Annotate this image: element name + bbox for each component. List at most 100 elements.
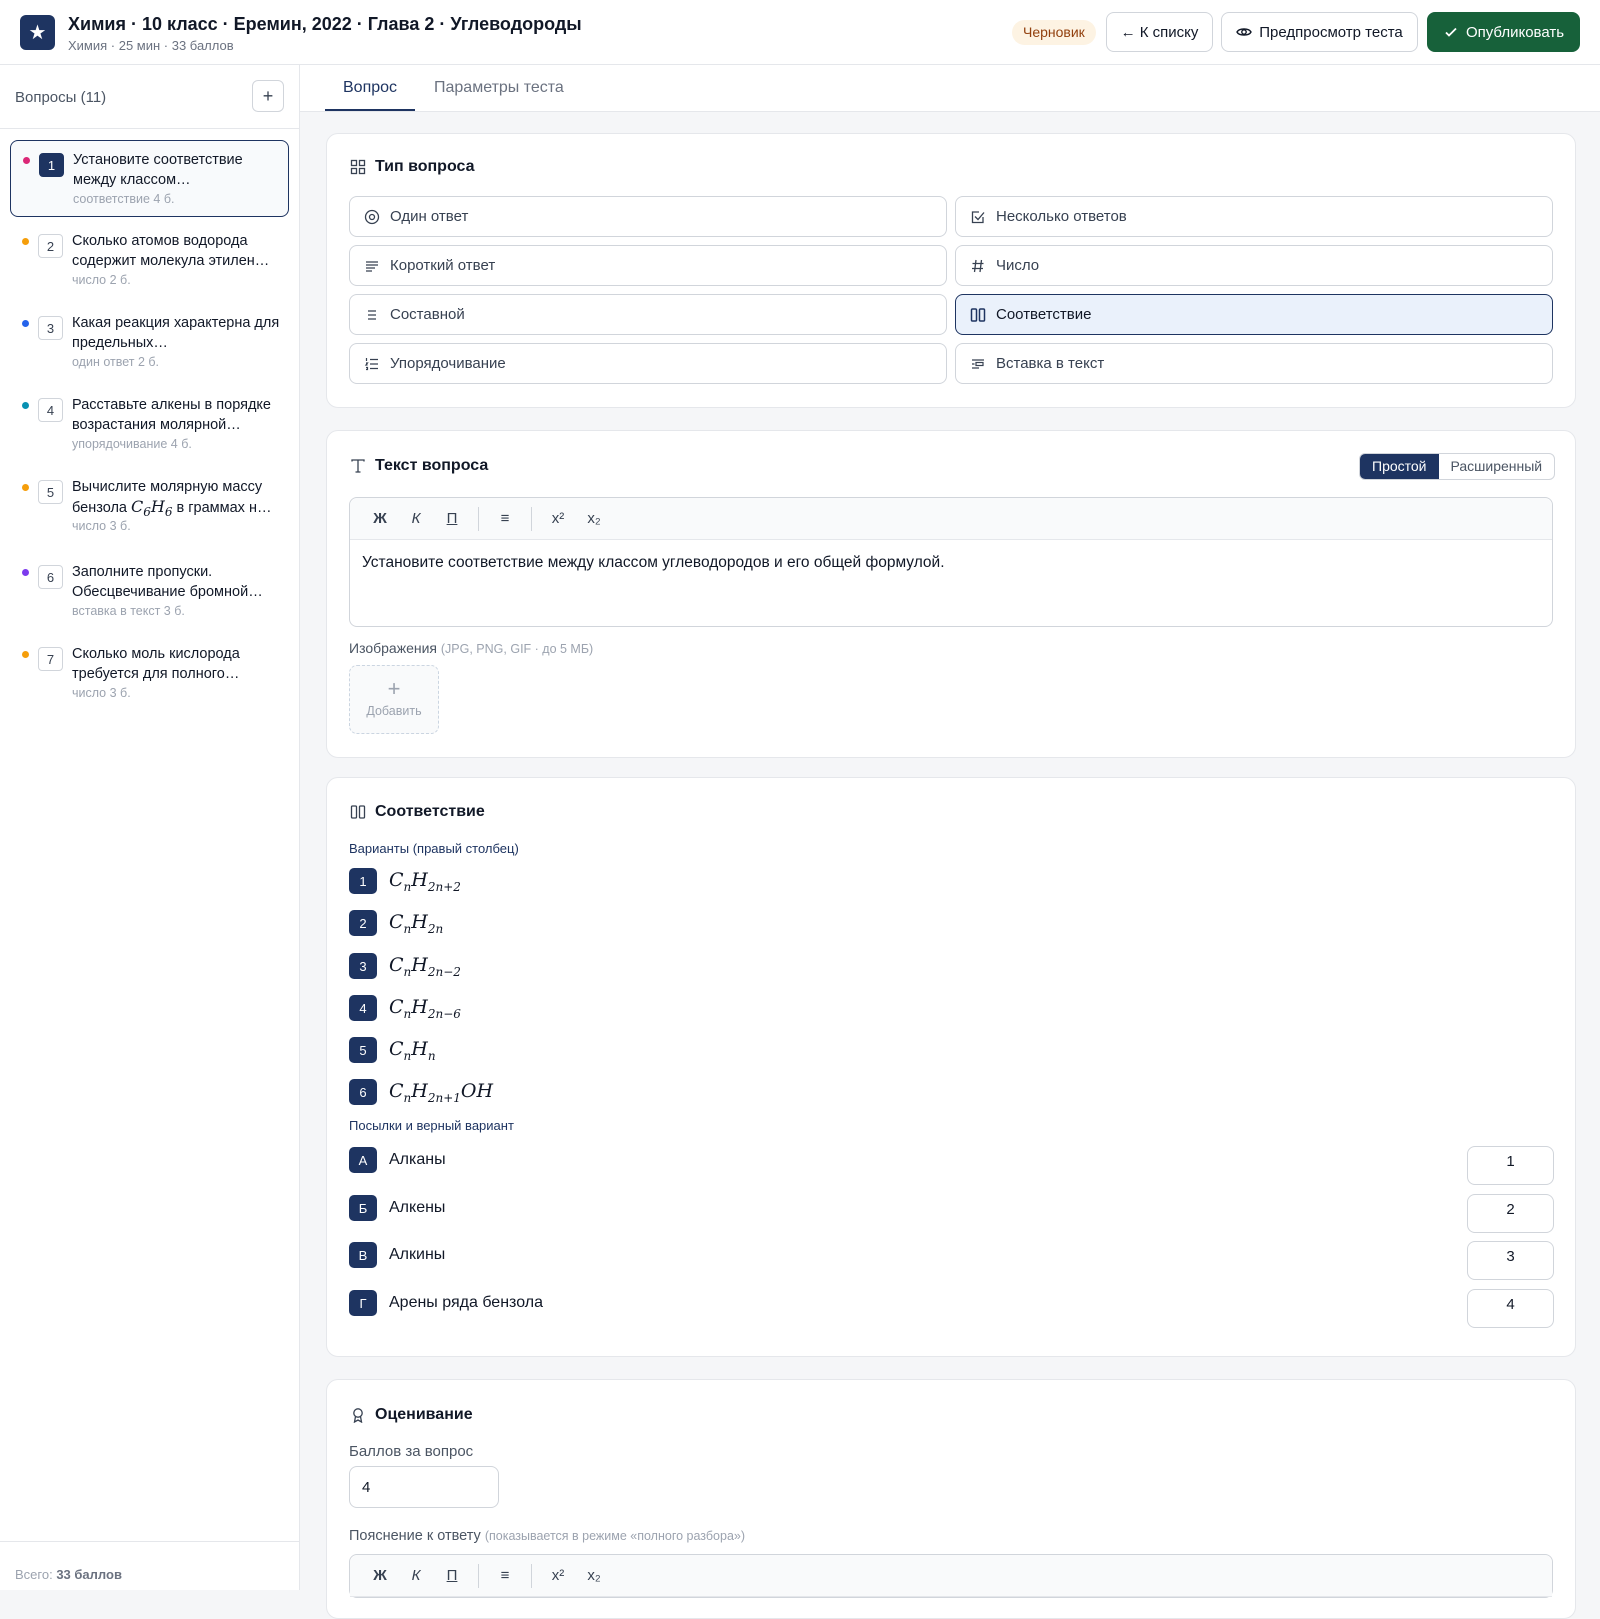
italic-button[interactable]: К [398, 1567, 434, 1584]
variant-number: 1 [349, 868, 377, 894]
add-question-button[interactable]: + [252, 80, 284, 112]
question-list-item[interactable]: 7 Сколько моль кислорода требуется для п… [10, 635, 289, 712]
explanation-editor: Ж К П ≡ x² x₂ [349, 1554, 1553, 1598]
type-single-answer[interactable]: Один ответ [349, 196, 947, 237]
subscript-button[interactable]: x₂ [576, 1567, 612, 1584]
points-label: Баллов за вопрос [349, 1443, 474, 1460]
editor-tabs: Вопрос Параметры теста [300, 65, 1600, 112]
premise-row: Б Алкены [349, 1194, 445, 1222]
premise-row: А Алканы [349, 1146, 446, 1174]
question-list-item[interactable]: 5 Вычислите молярную массу бензола C6H6 … [10, 468, 289, 545]
variant-number: 3 [349, 953, 377, 979]
premises-label: Посылки и верный вариант [349, 1118, 514, 1133]
bold-button[interactable]: Ж [362, 1567, 398, 1584]
formula-sub: n [427, 1048, 436, 1063]
page-subtitle: Химия · 25 мин · 33 баллов [68, 38, 234, 53]
tab-test-settings[interactable]: Параметры теста [434, 79, 564, 97]
total-prefix: Всего: [15, 1567, 53, 1582]
type-label: Упорядочивание [390, 355, 506, 372]
variant-row: 5 CnHn [349, 1036, 436, 1064]
question-list-item[interactable]: 4 Расставьте алкены в порядке возрастани… [10, 386, 289, 463]
explanation-label-text: Пояснение к ответу [349, 1528, 481, 1544]
images-label-text: Изображения [349, 640, 437, 656]
editor-toolbar: Ж К П ≡ x² x₂ [350, 1555, 1552, 1597]
type-short-answer[interactable]: Короткий ответ [349, 245, 947, 286]
type-matching[interactable]: Соответствие [955, 294, 1553, 335]
add-image-label: Добавить [366, 704, 422, 718]
formula-sub: 2n−6 [427, 1006, 461, 1021]
premise-answer-input[interactable]: 1 [1467, 1146, 1554, 1185]
add-image-button[interactable]: + Добавить [349, 665, 439, 734]
benzene-formula: C6H6 [131, 497, 173, 520]
card-title: Текст вопроса [350, 457, 488, 475]
variant-number: 5 [349, 1037, 377, 1063]
images-hint: (JPG, PNG, GIF · до 5 МБ) [440, 642, 594, 656]
type-label: Соответствие [996, 306, 1092, 323]
status-dot [22, 651, 29, 658]
type-label: Короткий ответ [390, 257, 496, 274]
italic-button[interactable]: К [398, 510, 434, 527]
variant-number: 2 [349, 910, 377, 936]
premise-answer-input[interactable]: 4 [1467, 1289, 1554, 1328]
question-list-item[interactable]: 3 Какая реакция характерна для предельны… [10, 304, 289, 381]
tab-question[interactable]: Вопрос [343, 79, 397, 97]
question-list-item[interactable]: 6 Заполните пропуски. Обесцвечивание бро… [10, 553, 289, 630]
status-dot [22, 402, 29, 409]
list-button[interactable]: ≡ [487, 510, 523, 527]
formula-base: H [411, 868, 428, 891]
card-title: Соответствие [350, 803, 485, 821]
toolbar-divider [478, 1563, 479, 1588]
check-icon [1445, 27, 1457, 37]
formula-sub: 2n−2 [427, 964, 461, 979]
formula-tail: OH [460, 1079, 494, 1102]
points-input[interactable]: 4 [349, 1466, 499, 1508]
question-text-body[interactable]: Установите соответствие между классом уг… [350, 540, 1552, 626]
variant-formula: CnHn [389, 1037, 436, 1063]
back-to-list-button[interactable]: ← К списку [1106, 12, 1213, 52]
type-compound[interactable]: Составной [349, 294, 947, 335]
list-button[interactable]: ≡ [487, 1567, 523, 1584]
preview-test-button[interactable]: Предпросмотр теста [1221, 12, 1418, 52]
mode-simple-button[interactable]: Простой [1360, 454, 1439, 479]
editor-mode-toggle: Простой Расширенный [1359, 453, 1556, 480]
publish-label: Опубликовать [1465, 23, 1565, 41]
total-value: 33 баллов [56, 1567, 122, 1582]
text-lines-icon [366, 260, 378, 272]
type-multiple-answers[interactable]: Несколько ответов [955, 196, 1553, 237]
formula-sub: 2n+2 [427, 879, 461, 894]
explanation-label: Пояснение к ответу (показывается в режим… [349, 1528, 745, 1544]
premise-answer-input[interactable]: 2 [1467, 1194, 1554, 1233]
question-type-card: Тип вопроса Один ответ Несколько ответов… [326, 133, 1576, 408]
question-list-item[interactable]: 1 Установите соответствие между классом…… [10, 140, 289, 217]
premise-letter: А [349, 1147, 377, 1173]
matching-title: Соответствие [375, 803, 485, 820]
underline-button[interactable]: П [434, 1567, 470, 1584]
question-list-item[interactable]: 2 Сколько атомов водорода содержит молек… [10, 222, 289, 299]
superscript-button[interactable]: x² [540, 510, 576, 527]
question-number: 1 [39, 153, 64, 177]
type-label: Составной [390, 306, 465, 323]
bold-button[interactable]: Ж [362, 510, 398, 527]
formula-base: H [411, 1079, 428, 1102]
subscript-button[interactable]: x₂ [576, 510, 612, 527]
type-fill-in-text[interactable]: Вставка в текст [955, 343, 1553, 384]
question-number: 2 [38, 234, 63, 258]
superscript-button[interactable]: x² [540, 1567, 576, 1584]
premise-text: Алканы [389, 1151, 446, 1168]
preview-label: Предпросмотр теста [1259, 23, 1403, 41]
type-ordering[interactable]: Упорядочивание [349, 343, 947, 384]
underline-button[interactable]: П [434, 510, 470, 527]
question-text-title: Текст вопроса [375, 457, 489, 474]
variant-formula: CnH2n+2 [389, 868, 461, 894]
back-label: ← К списку [1120, 23, 1199, 41]
total-points: Всего: 33 баллов [15, 1567, 122, 1582]
premise-answer-input[interactable]: 3 [1467, 1241, 1554, 1280]
divider [0, 128, 299, 129]
columns-icon [970, 307, 986, 322]
award-icon [353, 1408, 363, 1423]
type-number[interactable]: Число [955, 245, 1553, 286]
question-preview: Вычислите молярную массу бензола C6H6 в … [72, 477, 282, 522]
mode-advanced-button[interactable]: Расширенный [1439, 454, 1555, 479]
publish-button[interactable]: Опубликовать [1427, 12, 1580, 52]
question-text-editor: Ж К П ≡ x² x₂ Установите соответствие ме… [349, 497, 1553, 627]
